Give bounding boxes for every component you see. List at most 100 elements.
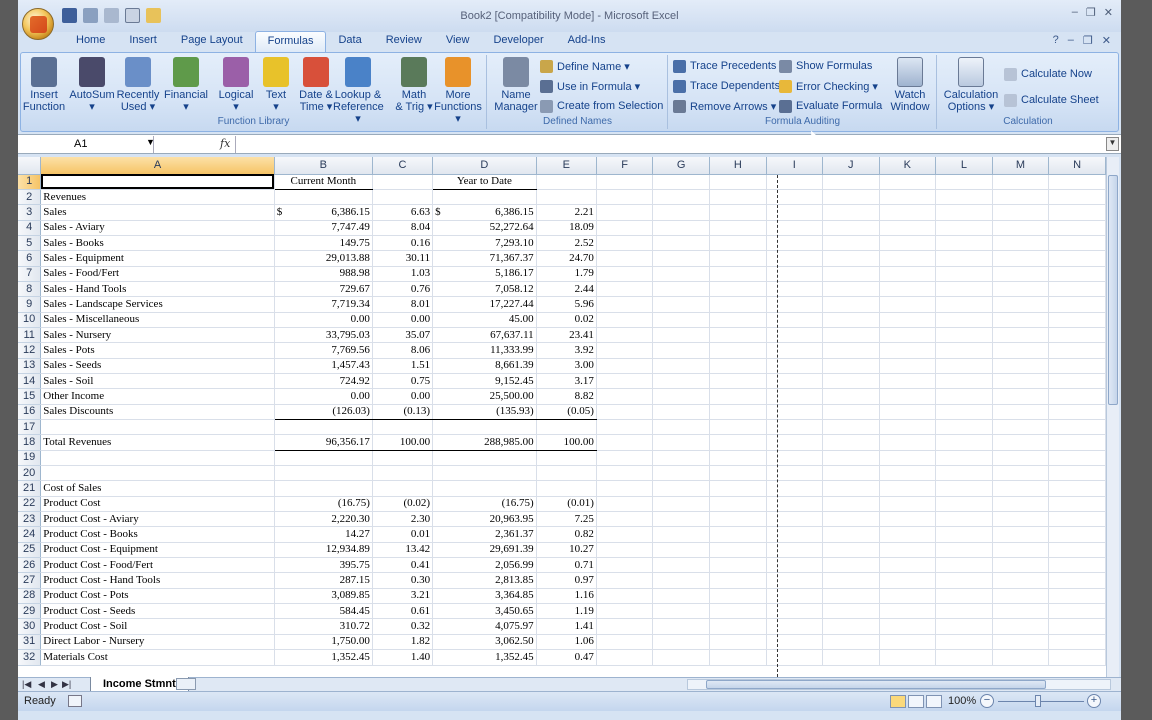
cell-empty[interactable] <box>709 235 767 252</box>
cell-empty[interactable] <box>652 526 711 543</box>
cell-empty[interactable] <box>935 189 993 206</box>
cell-empty[interactable] <box>766 342 824 359</box>
cell-e[interactable]: 1.19 <box>536 603 597 620</box>
cell-empty[interactable] <box>935 557 993 574</box>
cell-b[interactable]: 149.75 <box>274 235 373 252</box>
cell-b[interactable]: 1,750.00 <box>274 634 373 651</box>
cell-empty[interactable] <box>992 235 1050 252</box>
cell-c[interactable]: 8.01 <box>372 296 434 313</box>
row-header[interactable]: 31 <box>18 634 42 651</box>
row-header[interactable]: 3 <box>18 204 42 221</box>
cell-a[interactable] <box>40 465 275 482</box>
cell-empty[interactable] <box>935 388 993 405</box>
cell-empty[interactable] <box>935 204 993 221</box>
cell-e[interactable]: (0.01) <box>536 496 597 513</box>
expand-formula-bar-button[interactable]: ▼ <box>1106 137 1119 151</box>
last-sheet-icon[interactable]: ▶| <box>62 679 71 690</box>
cell-empty[interactable] <box>822 450 880 467</box>
cell-empty[interactable] <box>992 526 1050 543</box>
cell-empty[interactable] <box>1048 496 1106 513</box>
cell-b[interactable]: 12,934.89 <box>274 542 373 559</box>
cell-b[interactable]: 287.15 <box>274 572 373 589</box>
first-sheet-icon[interactable]: |◀ <box>22 679 31 690</box>
column-header-l[interactable]: L <box>935 157 993 175</box>
cell-empty[interactable] <box>596 281 654 298</box>
cell-empty[interactable] <box>822 250 880 267</box>
cell-empty[interactable] <box>1048 572 1106 589</box>
cell-empty[interactable] <box>935 342 993 359</box>
cell-empty[interactable] <box>1048 511 1106 528</box>
cell-empty[interactable] <box>822 511 880 528</box>
cell-empty[interactable] <box>766 266 824 282</box>
cell-empty[interactable] <box>822 342 880 359</box>
column-header-n[interactable]: N <box>1048 157 1106 175</box>
cell-d[interactable]: 2,361.37 <box>432 526 537 543</box>
cell-a[interactable]: Sales - Books <box>40 235 275 252</box>
cell-empty[interactable] <box>879 480 937 497</box>
cell-empty[interactable] <box>992 465 1050 482</box>
cell-a[interactable]: Sales - Hand Tools <box>40 281 275 298</box>
cell-a[interactable]: Sales - Miscellaneous <box>40 312 275 328</box>
cell-a[interactable]: Sales - Aviary <box>40 220 275 236</box>
cell-empty[interactable] <box>992 327 1050 344</box>
cell-empty[interactable] <box>766 296 824 313</box>
cell-c[interactable]: 0.41 <box>372 557 434 574</box>
cell-empty[interactable] <box>1048 327 1106 344</box>
cell-e[interactable] <box>536 419 597 436</box>
cell-a[interactable]: Materials Cost <box>40 649 275 666</box>
page-break-preview-icon[interactable] <box>926 695 942 708</box>
cell-d[interactable]: 52,272.64 <box>432 220 537 236</box>
cell-empty[interactable] <box>766 204 824 221</box>
cell-d[interactable]: 71,367.37 <box>432 250 537 267</box>
cell-empty[interactable] <box>935 480 993 497</box>
tab-data[interactable]: Data <box>326 31 373 53</box>
cell-empty[interactable] <box>992 358 1050 374</box>
cell-empty[interactable] <box>1048 250 1106 267</box>
cell-d[interactable] <box>432 419 537 436</box>
cell-empty[interactable] <box>596 434 654 451</box>
cell-b[interactable]: 14.27 <box>274 526 373 543</box>
restore-button[interactable]: ❐ <box>1086 6 1096 19</box>
cell-empty[interactable] <box>1048 235 1106 252</box>
cell-b[interactable]: 395.75 <box>274 557 373 574</box>
trace-dependents-button[interactable]: Trace Dependents <box>673 77 780 95</box>
cell-d[interactable]: 5,186.17 <box>432 266 537 282</box>
cell-a[interactable]: Sales Discounts <box>40 404 275 421</box>
show-formulas-button[interactable]: Show Formulas <box>779 57 872 75</box>
cell-a[interactable] <box>40 419 275 436</box>
cell-empty[interactable] <box>596 496 654 513</box>
cell-empty[interactable] <box>1048 634 1106 651</box>
cell-empty[interactable] <box>709 204 767 221</box>
cell-empty[interactable] <box>766 649 824 666</box>
cell-empty[interactable] <box>879 496 937 513</box>
cell-empty[interactable] <box>935 312 993 328</box>
cell-a[interactable]: Sales - Nursery <box>40 327 275 344</box>
cell-empty[interactable] <box>992 266 1050 282</box>
cell-empty[interactable] <box>766 281 824 298</box>
cell-empty[interactable] <box>879 419 937 436</box>
cell-empty[interactable] <box>709 649 767 666</box>
row-header[interactable]: 25 <box>18 542 42 559</box>
cell-empty[interactable] <box>652 480 711 497</box>
cell-empty[interactable] <box>709 373 767 390</box>
cell-empty[interactable] <box>879 250 937 267</box>
cell-a[interactable]: Product Cost - Books <box>40 526 275 543</box>
cell-b[interactable]: 1,457.43 <box>274 358 373 374</box>
cell-empty[interactable] <box>652 189 711 206</box>
cell-empty[interactable] <box>766 327 824 344</box>
cell-empty[interactable] <box>652 496 711 513</box>
close-button[interactable]: ✕ <box>1104 6 1113 19</box>
cell-empty[interactable] <box>596 618 654 635</box>
cell-c[interactable]: 8.04 <box>372 220 434 236</box>
cell-c[interactable]: 0.32 <box>372 618 434 635</box>
cell-empty[interactable] <box>822 373 880 390</box>
cell-empty[interactable] <box>879 434 937 451</box>
cell-empty[interactable] <box>935 572 993 589</box>
cell-e[interactable] <box>536 465 597 482</box>
column-header-a[interactable]: A <box>40 157 275 175</box>
cell-b[interactable]: 724.92 <box>274 373 373 390</box>
cell-empty[interactable] <box>709 603 767 620</box>
cell-a[interactable]: Sales <box>40 204 275 221</box>
cell-b[interactable]: 0.00 <box>274 388 373 405</box>
cell-empty[interactable] <box>992 572 1050 589</box>
